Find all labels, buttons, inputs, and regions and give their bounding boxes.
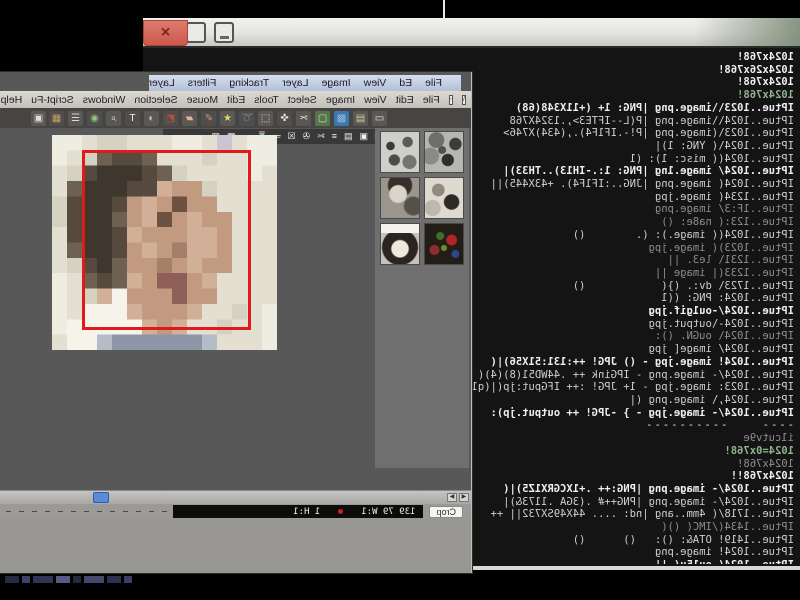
editor-bottom-area [0,519,471,573]
face-detection-box [82,150,251,330]
horizontal-scrollbar[interactable]: ◀ ▶ [0,490,471,504]
new-image-icon[interactable]: ▭ [372,111,387,126]
menu-mouse[interactable]: Mouse [187,94,219,106]
timeline-ticks [5,505,167,518]
artifact-line [443,0,445,20]
taskbar-fragment[interactable] [33,576,53,583]
secondary-tool-icon-2[interactable]: ≡ [332,132,337,141]
select-tool-icon[interactable]: ⬚ [258,111,273,126]
taskbar-fragment[interactable] [56,576,70,583]
thumbnail-color-noise[interactable] [424,223,464,265]
menu-view[interactable]: View [364,94,387,106]
layers-icon[interactable]: ☰ [68,111,83,126]
menu-view[interactable]: View [364,77,387,89]
taskbar-fragment[interactable] [107,576,121,583]
secondary-tool-icon-5[interactable]: ☒ [288,132,296,141]
zoom-tool-icon[interactable]: ⌕ [106,111,121,126]
status-coords-b: 1 H:1 [293,507,320,517]
menu-selection[interactable]: Selection [134,94,177,106]
editor-toolbar[interactable]: ▭ ▤ ▩ ▢ ✂ ✜ ⬚ ➰ ★ ✐ ▰ ◩ ◑ T ⌕ ◉ ☰ ▦▣ [0,108,471,128]
open-image-icon[interactable]: ▤ [353,111,368,126]
text-tool-icon[interactable]: T [125,111,140,126]
terminal-titlebar[interactable] [143,18,800,48]
scroll-right-icon[interactable]: ▶ [447,493,457,502]
editor-menubar-main[interactable]: \ - File Edit View Image Select Tools Edit Mous… [0,91,471,108]
taskbar-fragment[interactable] [124,576,132,583]
menu-image[interactable]: Image [326,94,355,106]
brush-tool-icon[interactable]: ✐ [201,111,216,126]
secondary-tool-icon-1[interactable]: ▤ [344,132,353,141]
taskbar-fragment[interactable] [5,576,19,583]
screen-icon[interactable]: ▣ [31,111,46,126]
secondary-tool-icon-4[interactable]: ✇ [303,132,311,141]
editor-statusbar: Crop 139 79 W:1 1 H:1 [0,504,471,519]
menu-tracking[interactable]: Tracking [229,77,269,89]
scroll-left-icon[interactable]: ◀ [459,493,469,502]
eraser-tool-icon[interactable]: ▰ [182,111,197,126]
thumbnail-face-gray[interactable] [380,177,420,219]
landscape-icon[interactable]: ▢ [315,111,330,126]
menu-ed[interactable]: Ed [399,77,412,89]
menu-windows[interactable]: Windows [83,94,126,106]
minimize-button[interactable] [214,22,234,43]
status-red-dot-icon [338,509,343,514]
menu-layer[interactable]: Layer [282,77,308,89]
window-grid-icon[interactable]: \ [462,95,466,105]
terminal-line: 1024x768! [147,51,794,64]
titlebar-tint [682,18,800,46]
taskbar-fragments[interactable] [2,576,132,583]
secondary-tool-icon-0[interactable]: ▣ [359,132,368,141]
menu-select[interactable]: Select [288,94,317,106]
status-readout: 139 79 W:1 1 H:1 [173,505,423,518]
menu-edit[interactable]: Edit [227,94,245,106]
move-tool-icon[interactable]: ✜ [277,111,292,126]
menu-layer[interactable]: Layer [148,77,174,89]
menu-image[interactable]: Image [321,77,350,89]
thumbnails-panel[interactable] [375,128,469,468]
menu-filters[interactable]: Filters [188,77,217,89]
thumbnail-monkey-face[interactable] [380,223,420,265]
gradient-tool-icon[interactable]: ◑ [144,111,159,126]
scrollbar-thumb[interactable] [93,492,109,503]
crop-tool-icon[interactable]: ✂ [296,111,311,126]
menu-scriptfu[interactable]: Script-Fu [31,94,74,106]
bucket-tool-icon[interactable]: ◩ [163,111,178,126]
menu-file[interactable]: File [423,94,440,106]
image-editor-window[interactable]: File Ed View Image Layer Tracking Filters Layer… [0,72,472,573]
secondary-tool-icon-3[interactable]: ✄ [317,132,325,141]
menu-file[interactable]: File [425,77,442,89]
wand-tool-icon[interactable]: ★ [220,111,235,126]
menu-tools[interactable]: Tools [254,94,279,106]
thumbnail-texture-3[interactable] [424,177,464,219]
desktop: 1024x768!1024x26x768!1024x768!1024x768!I… [0,0,800,600]
maximize-button[interactable] [186,22,206,43]
crop-button[interactable]: Crop [429,506,463,518]
lasso-tool-icon[interactable]: ➰ [239,111,254,126]
thumbnail-texture-2[interactable] [380,131,420,173]
thumbnail-texture-1[interactable] [424,131,464,173]
menu-help[interactable]: Help [1,94,23,106]
editor-menubar-top[interactable]: File Ed View Image Layer Tracking Filters Layer [149,75,461,91]
camera-icon[interactable]: ▩ [334,111,349,126]
close-button[interactable] [143,20,188,46]
minimize-strip-icon[interactable]: - [449,95,453,105]
taskbar-fragment[interactable] [84,576,104,583]
taskbar-fragment[interactable] [22,576,30,583]
channels-icon[interactable]: ▦ [49,111,64,126]
taskbar-fragment[interactable] [73,576,81,583]
menu-edit[interactable]: Edit [396,94,414,106]
status-coords-a: 139 79 W:1 [361,507,415,517]
color-picker-icon[interactable]: ◉ [87,111,102,126]
